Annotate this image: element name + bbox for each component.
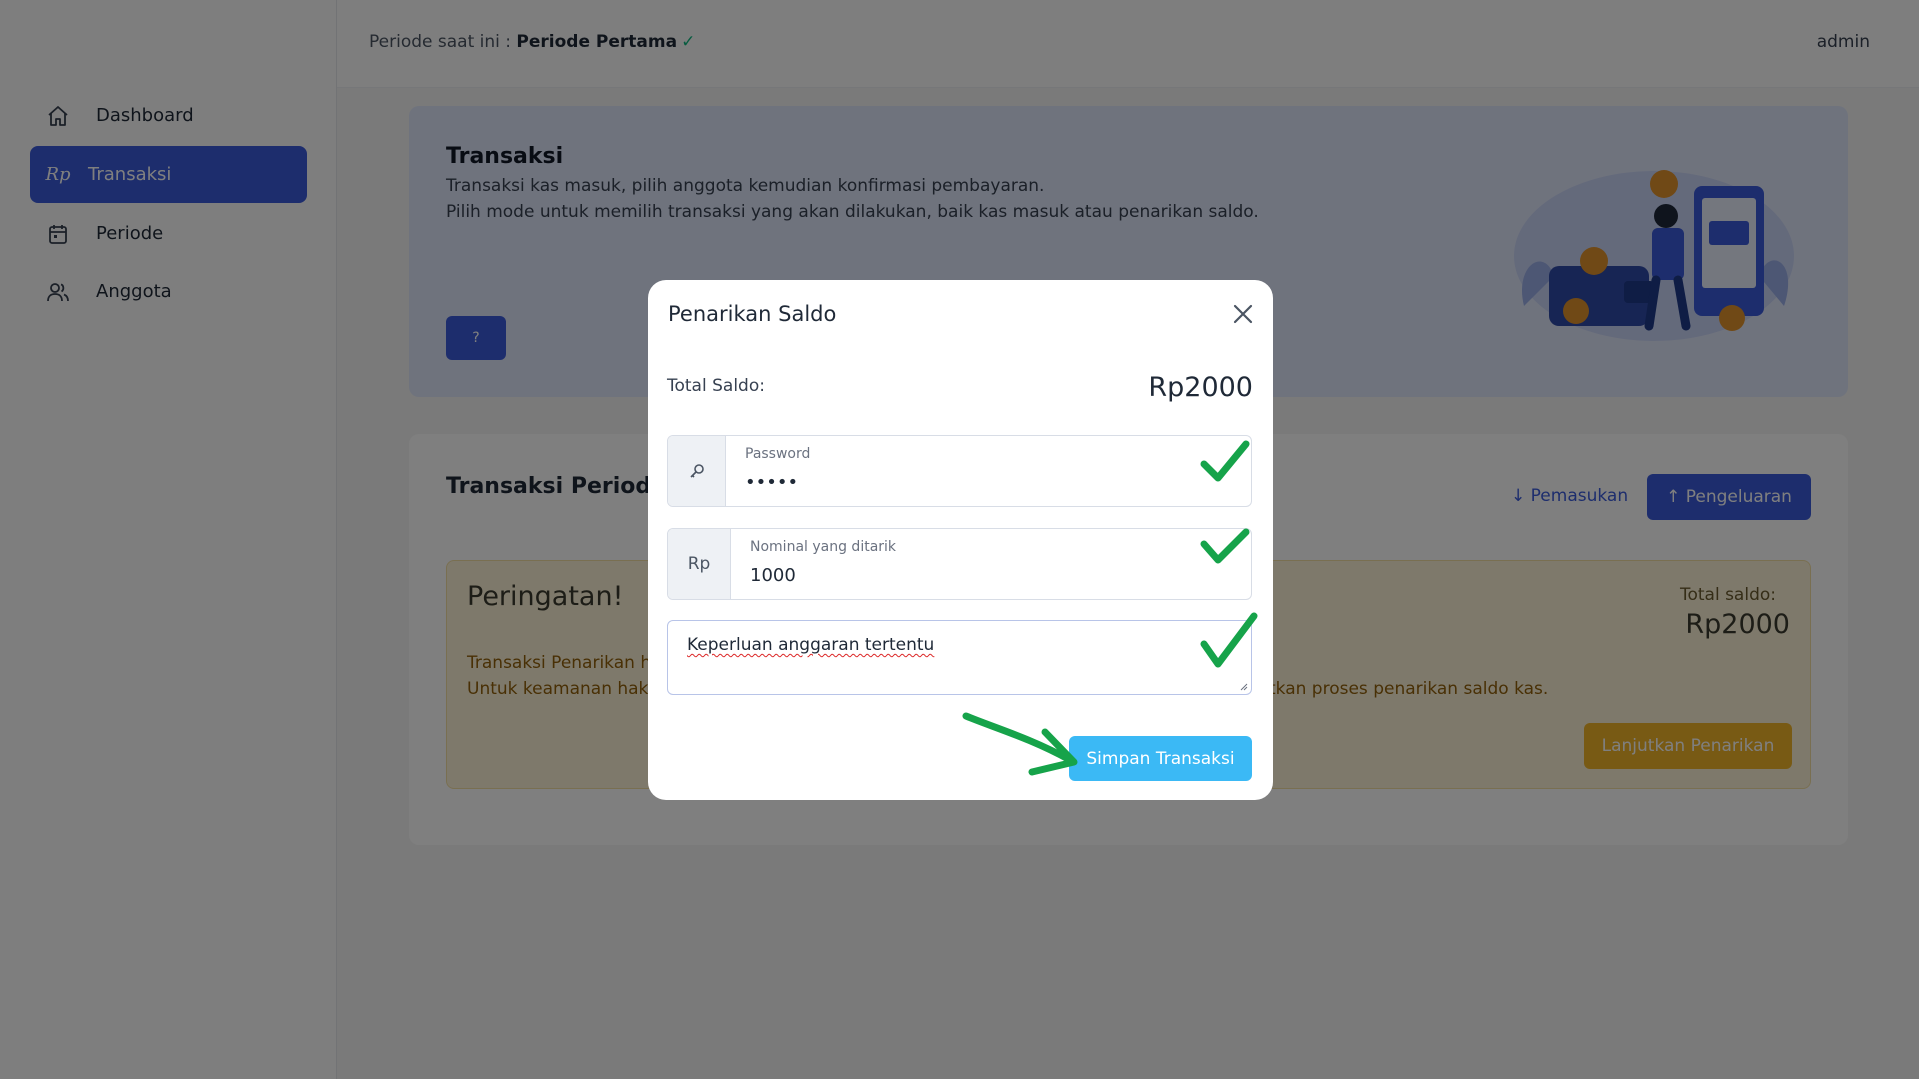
modal-title: Penarikan Saldo — [668, 302, 837, 326]
total-balance-value: Rp2000 — [1148, 372, 1253, 403]
purpose-textarea[interactable]: Keperluan anggaran tertentu — [667, 620, 1252, 695]
check-annotation-icon — [1200, 612, 1258, 668]
password-label: Password — [745, 446, 811, 462]
nominal-input[interactable]: 1000 — [750, 565, 796, 586]
password-input[interactable]: ••••• — [745, 472, 798, 493]
resize-handle-icon[interactable] — [1238, 681, 1248, 691]
nominal-field[interactable]: Rp Nominal yang ditarik 1000 — [667, 528, 1252, 600]
check-annotation-icon — [1200, 440, 1250, 482]
check-annotation-icon — [1200, 528, 1250, 564]
arrow-annotation-icon — [962, 712, 1078, 776]
close-icon[interactable] — [1229, 300, 1257, 328]
purpose-text: Keperluan anggaran tertentu — [687, 635, 935, 655]
nominal-label: Nominal yang ditarik — [750, 539, 897, 555]
password-field[interactable]: Password ••••• — [667, 435, 1252, 507]
save-transaction-button[interactable]: Simpan Transaksi — [1069, 736, 1252, 781]
total-balance-label: Total Saldo: — [667, 376, 765, 396]
key-icon — [668, 436, 726, 506]
currency-addon: Rp — [668, 529, 731, 599]
